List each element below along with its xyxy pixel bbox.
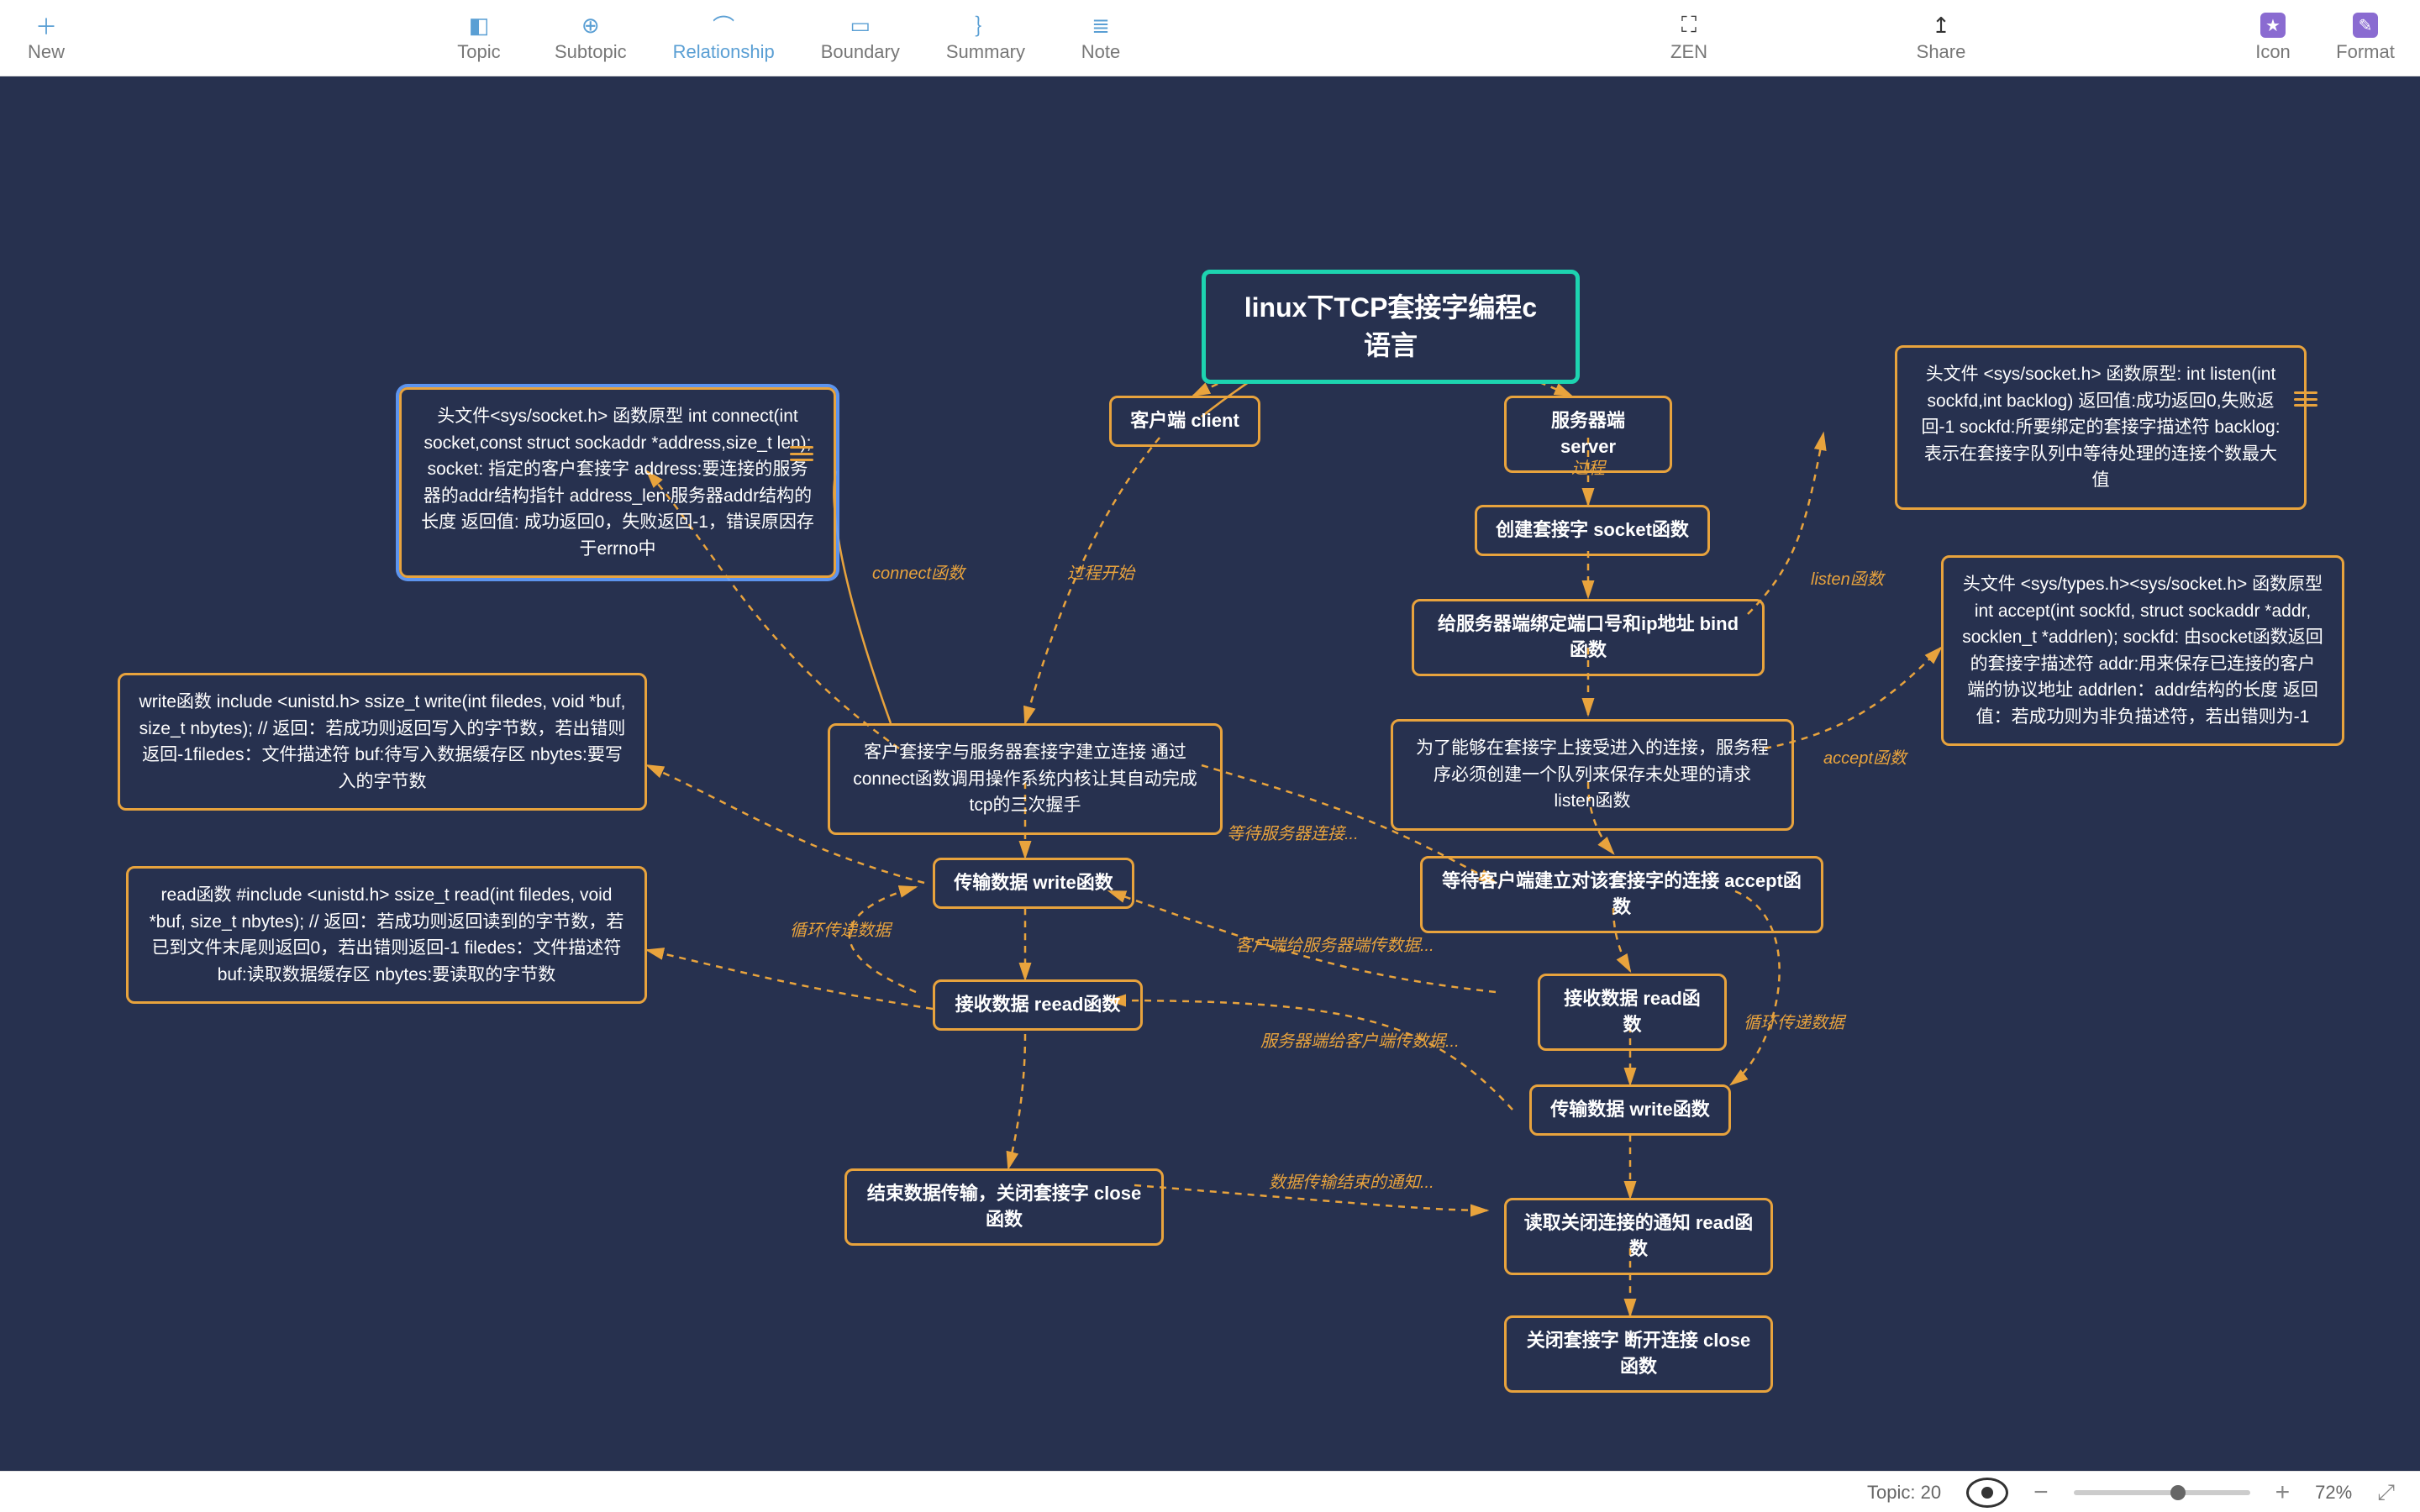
- node-server-bind[interactable]: 给服务器端绑定端口号和ip地址 bind函数: [1412, 599, 1765, 676]
- node-note-connect[interactable]: 头文件<sys/socket.h> 函数原型 int connect(int s…: [399, 387, 836, 578]
- toolbar-left: ＋ New: [17, 13, 76, 63]
- brush-icon: [2350, 13, 2381, 38]
- note-connect-menu-icon[interactable]: [790, 446, 813, 461]
- edge-label-loop1: 循环传递数据: [790, 916, 891, 941]
- relationship-icon: ⌒: [708, 13, 739, 38]
- new-label: New: [28, 41, 65, 63]
- node-server-socket[interactable]: 创建套接字 socket函数: [1475, 505, 1710, 556]
- statusbar: Topic: 20 − + 72% ⤢: [0, 1471, 2420, 1512]
- zoom-slider[interactable]: [2074, 1490, 2250, 1495]
- zoom-value: 72%: [2315, 1482, 2352, 1504]
- boundary-icon: ▭: [845, 13, 876, 38]
- zoom-in-button[interactable]: +: [2275, 1478, 2291, 1507]
- boundary-button[interactable]: ▭ Boundary: [821, 13, 900, 63]
- topic-icon: ◧: [464, 13, 494, 38]
- view-toggle-icon[interactable]: [1966, 1478, 2008, 1508]
- new-icon: ＋: [31, 13, 61, 38]
- edge-label-connect: connect函数: [872, 559, 965, 584]
- new-button[interactable]: ＋ New: [17, 13, 76, 63]
- fullscreen-icon[interactable]: ⤢: [2377, 1479, 2395, 1506]
- zen-button[interactable]: ⛶ ZEN: [1660, 13, 1718, 63]
- zoom-out-button[interactable]: −: [2033, 1478, 2049, 1507]
- subtopic-icon: ⊕: [576, 13, 606, 38]
- note-button[interactable]: ≣ Note: [1071, 13, 1130, 63]
- mindmap-canvas[interactable]: linux下TCP套接字编程c语言 客户端 client 客户套接字与服务器套接…: [0, 76, 2420, 1471]
- edge-label-wait-server: 等待服务器连接...: [1227, 820, 1359, 844]
- edge-label-end-notify: 数据传输结束的通知...: [1269, 1168, 1434, 1193]
- edge-label-loop2: 循环传递数据: [1744, 1009, 1844, 1033]
- edge-label-accept: accept函数: [1823, 744, 1907, 769]
- edge-label-client-to-server: 客户端给服务器端传数据...: [1235, 932, 1434, 956]
- node-client-write[interactable]: 传输数据 write函数: [933, 858, 1134, 909]
- topic-count: Topic: 20: [1867, 1482, 1941, 1504]
- node-server-read[interactable]: 接收数据 read函数: [1538, 974, 1727, 1051]
- node-client[interactable]: 客户端 client: [1109, 396, 1260, 447]
- node-note-write[interactable]: write函数 include <unistd.h> ssize_t write…: [118, 673, 647, 811]
- node-server-close[interactable]: 关闭套接字 断开连接 close函数: [1504, 1315, 1773, 1393]
- node-server-readclose[interactable]: 读取关闭连接的通知 read函数: [1504, 1198, 1773, 1275]
- relationship-button[interactable]: ⌒ Relationship: [673, 13, 775, 63]
- note-icon: ≣: [1086, 13, 1116, 38]
- icon-button[interactable]: Icon: [2244, 13, 2302, 63]
- node-client-read[interactable]: 接收数据 reead函数: [933, 979, 1143, 1031]
- zen-icon: ⛶: [1674, 13, 1704, 38]
- note-listen-menu-icon[interactable]: [2294, 391, 2317, 407]
- node-note-read[interactable]: read函数 #include <unistd.h> ssize_t read(…: [126, 866, 647, 1004]
- toolbar-center: ◧ Topic ⊕ Subtopic ⌒ Relationship ▭ Boun…: [450, 13, 1970, 63]
- node-client-connect[interactable]: 客户套接字与服务器套接字建立连接 通过connect函数调用操作系统内核让其自动…: [828, 723, 1223, 835]
- node-note-accept[interactable]: 头文件 <sys/types.h><sys/socket.h> 函数原型 int…: [1941, 555, 2344, 746]
- summary-button[interactable]: ｝ Summary: [946, 13, 1025, 63]
- node-server-listen[interactable]: 为了能够在套接字上接受进入的连接，服务程序必须创建一个队列来保存未处理的请求 l…: [1391, 719, 1794, 831]
- edge-label-process-start: 过程开始: [1067, 559, 1134, 584]
- edge-label-process: 过程: [1571, 454, 1605, 479]
- share-button[interactable]: ↥ Share: [1912, 13, 1970, 63]
- toolbar: ＋ New ◧ Topic ⊕ Subtopic ⌒ Relationship …: [0, 0, 2420, 76]
- summary-icon: ｝: [971, 13, 1001, 38]
- format-button[interactable]: Format: [2336, 13, 2395, 63]
- edge-label-listen: listen函数: [1811, 565, 1884, 590]
- edge-label-server-to-client: 服务器端给客户端传数据...: [1260, 1027, 1460, 1052]
- star-icon: [2258, 13, 2288, 38]
- topic-button[interactable]: ◧ Topic: [450, 13, 508, 63]
- node-client-close[interactable]: 结束数据传输，关闭套接字 close函数: [844, 1168, 1164, 1246]
- toolbar-right: Icon Format: [2244, 13, 2395, 63]
- subtopic-button[interactable]: ⊕ Subtopic: [555, 13, 627, 63]
- node-note-listen[interactable]: 头文件 <sys/socket.h> 函数原型: int listen(int …: [1895, 345, 2307, 510]
- node-root[interactable]: linux下TCP套接字编程c语言: [1202, 270, 1580, 384]
- node-server-accept[interactable]: 等待客户端建立对该套接字的连接 accept函数: [1420, 856, 1823, 933]
- share-icon: ↥: [1926, 13, 1956, 38]
- node-server-write[interactable]: 传输数据 write函数: [1529, 1084, 1731, 1136]
